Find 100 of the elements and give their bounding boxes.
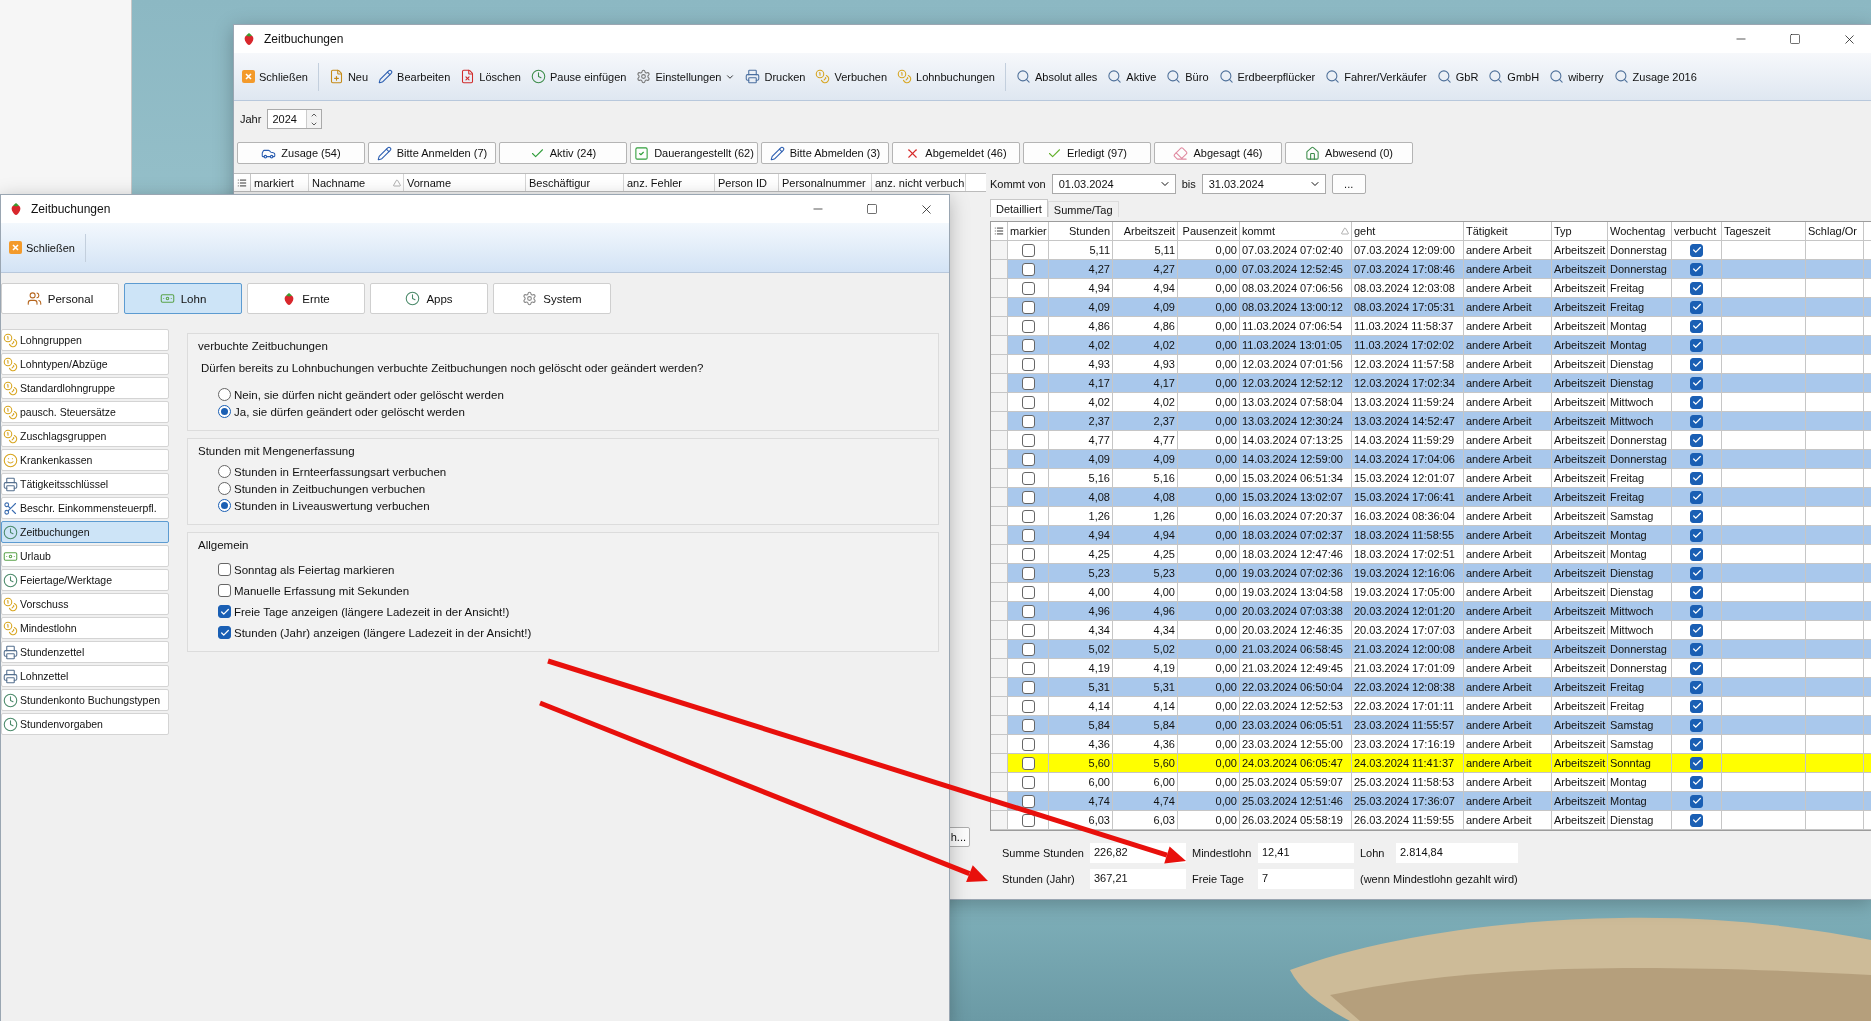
- filter-button[interactable]: Aktiv (24): [499, 142, 627, 164]
- table-row[interactable]: 4,14 4,14 0,00 22.03.2024 12:52:53 22.03.2024 17:01:11 andere Arbeit Arbeitszeit Freitag: [991, 697, 1871, 716]
- table-row[interactable]: 1,26 1,26 0,00 16.03.2024 07:20:37 16.03.2024 08:36:04 andere Arbeit Arbeitszeit Samstag: [991, 507, 1871, 526]
- nav-item[interactable]: Stundenkonto Buchungstypen: [1, 689, 169, 711]
- table-row[interactable]: 4,94 4,94 0,00 08.03.2024 07:06:56 08.03.2024 12:03:08 andere Arbeit Arbeitszeit Freitag: [991, 279, 1871, 298]
- spin-up-button[interactable]: [307, 110, 322, 119]
- table-row[interactable]: 4,25 4,25 0,00 18.03.2024 12:47:46 18.03.2024 17:02:51 andere Arbeit Arbeitszeit Montag: [991, 545, 1871, 564]
- date-field[interactable]: 01.03.2024: [1051, 174, 1176, 194]
- date-field[interactable]: 31.03.2024: [1201, 174, 1326, 194]
- filter-button[interactable]: Abwesend (0): [1285, 142, 1413, 164]
- radio-button[interactable]: [218, 465, 231, 478]
- nav-item[interactable]: Feiertage/Werktage: [1, 569, 169, 591]
- column-header[interactable]: Tätigkeit: [1464, 222, 1552, 240]
- checkbox[interactable]: [1021, 737, 1035, 751]
- checkbox[interactable]: [1021, 794, 1035, 808]
- nav-item[interactable]: Zuschlagsgruppen: [1, 425, 169, 447]
- table-row[interactable]: 4,96 4,96 0,00 20.03.2024 07:03:38 20.03.2024 12:01:20 andere Arbeit Arbeitszeit Mittwoch: [991, 602, 1871, 621]
- checkbox[interactable]: [1021, 756, 1035, 770]
- checkbox[interactable]: [1021, 509, 1035, 523]
- toolbar-button[interactable]: wiberry: [1545, 66, 1608, 87]
- column-header[interactable]: anz. Fehler: [624, 174, 715, 191]
- toolbar-button[interactable]: Neu: [324, 66, 373, 87]
- table-row[interactable]: 4,02 4,02 0,00 13.03.2024 07:58:04 13.03.2024 11:59:24 andere Arbeit Arbeitszeit Mittwoch: [991, 393, 1871, 412]
- checkbox[interactable]: [1690, 680, 1703, 694]
- table-row[interactable]: 5,60 5,60 0,00 24.03.2024 06:05:47 24.03.2024 11:41:37 andere Arbeit Arbeitszeit Sonntag: [991, 754, 1871, 773]
- table-row[interactable]: 4,94 4,94 0,00 18.03.2024 07:02:37 18.03.2024 11:58:55 andere Arbeit Arbeitszeit Montag: [991, 526, 1871, 545]
- toolbar-button[interactable]: Bearbeiten: [374, 66, 455, 87]
- nav-item[interactable]: pausch. Steuersätze: [1, 401, 169, 423]
- table-row[interactable]: 4,08 4,08 0,00 15.03.2024 13:02:07 15.03.2024 17:06:41 andere Arbeit Arbeitszeit Freitag: [991, 488, 1871, 507]
- toolbar-button[interactable]: GbR: [1432, 66, 1483, 87]
- nav-item[interactable]: Vorschuss: [1, 593, 169, 615]
- filter-button[interactable]: Zusage (54): [237, 142, 365, 164]
- column-header[interactable]: verbucht: [1672, 222, 1722, 240]
- checkbox[interactable]: [1021, 452, 1035, 466]
- nav-item[interactable]: Krankenkassen: [1, 449, 169, 471]
- filter-button[interactable]: Dauerangestellt (62): [630, 142, 758, 164]
- checkbox[interactable]: [1690, 357, 1703, 371]
- toolbar-button[interactable]: Drucken: [741, 66, 810, 87]
- checkbox[interactable]: [1690, 642, 1703, 656]
- toolbar-button[interactable]: Zusage 2016: [1609, 66, 1701, 87]
- column-header[interactable]: Schlag/Or: [1806, 222, 1864, 240]
- checkbox[interactable]: [1690, 452, 1703, 466]
- checkbox[interactable]: [1021, 414, 1035, 428]
- radio-button[interactable]: [218, 499, 231, 512]
- checkbox[interactable]: [218, 584, 231, 597]
- table-row[interactable]: 4,17 4,17 0,00 12.03.2024 12:52:12 12.03.2024 17:02:34 andere Arbeit Arbeitszeit Dienstag: [991, 374, 1871, 393]
- table-row[interactable]: 4,09 4,09 0,00 14.03.2024 12:59:00 14.03.2024 17:04:06 andere Arbeit Arbeitszeit Donnerstag: [991, 450, 1871, 469]
- checkbox[interactable]: [1690, 699, 1703, 713]
- checkbox[interactable]: [1690, 585, 1703, 599]
- checkbox[interactable]: [1021, 300, 1035, 314]
- checkbox[interactable]: [1690, 300, 1703, 314]
- toolbar-button[interactable]: Einstellungen: [632, 66, 740, 87]
- nav-item[interactable]: Beschr. Einkommensteuerpfl.: [1, 497, 169, 519]
- spin-down-button[interactable]: [307, 119, 322, 128]
- checkbox[interactable]: [1690, 623, 1703, 637]
- checkbox[interactable]: [1021, 281, 1035, 295]
- checkbox[interactable]: [1690, 775, 1703, 789]
- filter-button[interactable]: Bitte Abmelden (3): [761, 142, 889, 164]
- category-tab[interactable]: Apps: [370, 283, 488, 314]
- checkbox[interactable]: [1021, 243, 1035, 257]
- checkbox[interactable]: [1690, 661, 1703, 675]
- table-row[interactable]: 5,02 5,02 0,00 21.03.2024 06:58:45 21.03.2024 12:00:08 andere Arbeit Arbeitszeit Donnerstag: [991, 640, 1871, 659]
- checkbox[interactable]: [1021, 718, 1035, 732]
- column-header[interactable]: Stunden: [1049, 222, 1113, 240]
- category-tab[interactable]: Personal: [1, 283, 119, 314]
- toolbar-button[interactable]: Löschen: [456, 66, 525, 87]
- column-header[interactable]: geht: [1352, 222, 1464, 240]
- toolbar-button[interactable]: Lohnbuchungen: [893, 66, 999, 87]
- table-row[interactable]: 4,36 4,36 0,00 23.03.2024 12:55:00 23.03.2024 17:16:19 andere Arbeit Arbeitszeit Samstag: [991, 735, 1871, 754]
- table-row[interactable]: 5,11 5,11 0,00 07.03.2024 07:02:40 07.03.2024 12:09:00 andere Arbeit Arbeitszeit Donnerstag: [991, 241, 1871, 260]
- checkbox[interactable]: [1690, 319, 1703, 333]
- filter-button[interactable]: Erledigt (97): [1023, 142, 1151, 164]
- checkbox[interactable]: [1021, 547, 1035, 561]
- checkbox[interactable]: [218, 605, 231, 618]
- toolbar-button[interactable]: Pause einfügen: [526, 66, 631, 87]
- table-row[interactable]: 5,31 5,31 0,00 22.03.2024 06:50:04 22.03.2024 12:08:38 andere Arbeit Arbeitszeit Freitag: [991, 678, 1871, 697]
- table-row[interactable]: 6,00 6,00 0,00 25.03.2024 05:59:07 25.03.2024 11:58:53 andere Arbeit Arbeitszeit Montag: [991, 773, 1871, 792]
- nav-item[interactable]: Tätigkeitsschlüssel: [1, 473, 169, 495]
- checkbox[interactable]: [1690, 718, 1703, 732]
- category-tab[interactable]: Lohn: [124, 283, 242, 314]
- toolbar-button[interactable]: Absolut alles: [1011, 66, 1102, 87]
- column-header[interactable]: kommt: [1240, 222, 1352, 240]
- column-header[interactable]: Arbeitszeit: [1113, 222, 1178, 240]
- checkbox[interactable]: [1021, 357, 1035, 371]
- checkbox[interactable]: [1021, 490, 1035, 504]
- nav-item[interactable]: Stundenzettel: [1, 641, 169, 663]
- checkbox[interactable]: [1690, 737, 1703, 751]
- nav-item[interactable]: Lohngruppen: [1, 329, 169, 351]
- checkbox[interactable]: [1021, 699, 1035, 713]
- toolbar-button[interactable]: GmbH: [1484, 66, 1544, 87]
- radio-button[interactable]: [218, 405, 231, 418]
- column-header[interactable]: markiert: [251, 174, 309, 191]
- table-row[interactable]: 4,02 4,02 0,00 11.03.2024 13:01:05 11.03.2024 17:02:02 andere Arbeit Arbeitszeit Montag: [991, 336, 1871, 355]
- table-row[interactable]: 4,77 4,77 0,00 14.03.2024 07:13:25 14.03.2024 11:59:29 andere Arbeit Arbeitszeit Donnerstag: [991, 431, 1871, 450]
- checkbox[interactable]: [1021, 623, 1035, 637]
- checkbox[interactable]: [1021, 471, 1035, 485]
- checkbox[interactable]: [1021, 319, 1035, 333]
- column-header[interactable]: markier: [1008, 222, 1049, 240]
- checkbox[interactable]: [1690, 547, 1703, 561]
- checkbox[interactable]: [1690, 338, 1703, 352]
